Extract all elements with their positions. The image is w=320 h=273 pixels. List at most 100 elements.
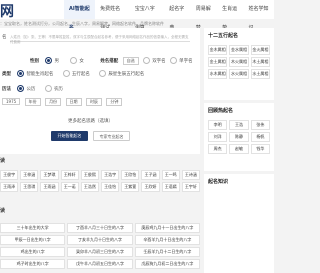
type-birth-label: 辰星生辰五行起名	[108, 72, 145, 77]
sidebar-hot-item[interactable]: 赵敏	[229, 144, 249, 154]
mode-radio-single[interactable]	[170, 57, 178, 64]
gender-radio-female[interactable]	[70, 57, 78, 64]
sidebar-wuxing-item[interactable]: 金土属相	[208, 57, 228, 67]
sidebar-wuxing-item[interactable]: 金火属相	[250, 45, 270, 55]
sidebar-hot-item[interactable]: 陈静	[229, 132, 249, 142]
list-item[interactable]: 丁酉羊八月三十日生的八字	[67, 223, 133, 233]
list-item[interactable]: 辛酉羊九月十日出生的八字	[134, 235, 200, 245]
tab-dream[interactable]: 周易解梦	[191, 0, 217, 31]
gender-female-label: 女	[79, 59, 84, 64]
hot-names-grid: 王俊宇 王梓涵 王梦琪 王梓轩 王俊熙 王浩宇 王欣怡 王子涵 王一鸣 王诗涵 王雨泽 王思琪 王雨涵王…	[0, 170, 200, 192]
hot-name-item[interactable]: 王雨涵	[40, 182, 59, 192]
tab-bazi[interactable]: 宝宝八字测算	[130, 0, 165, 31]
sidebar-hot-item[interactable]: 李明	[208, 120, 228, 130]
hot-name-item[interactable]: 王诗涵	[181, 170, 200, 180]
calendar-radio-solar[interactable]	[17, 85, 25, 92]
sidebar-hot-grid: 李明 王浩 张伟刘洋 陈静 杨帆周杰 赵敏 钱华	[204, 118, 274, 156]
expert-naming-button[interactable]: 专家专业起名	[93, 131, 130, 141]
mode-label: 姓名搭配	[100, 59, 119, 64]
birth-day-select[interactable]: 日期	[65, 98, 82, 106]
hot-name-item[interactable]: 王梓涵	[20, 170, 39, 180]
birth-hour-select[interactable]: 时辰	[85, 98, 102, 106]
mode-double-label: 双字名	[152, 59, 166, 64]
nav-tabs: AI智能起名 免费姓名测试 宝宝八字测算 起名字典 周易解梦 生肖运势 姓名学知…	[64, 0, 275, 31]
tab-ai-naming[interactable]: AI智能起名	[64, 0, 96, 31]
sidebar-wuxing: 十二五行起名 金木属相 金水属相 金火属相金土属相 木火属相 木土属相水木属相 水火属相水…	[204, 28, 274, 100]
start-naming-button[interactable]: 开始智能起名	[51, 131, 88, 141]
type-zodiac-label: 智能生肖起名	[26, 72, 54, 77]
sidebar-knowledge: 起名知识	[204, 174, 274, 273]
type-wuxing-label: 五行起名	[71, 72, 90, 77]
sidebar-hot-item[interactable]: 刘洋	[208, 132, 228, 142]
hot-name-item[interactable]: 王雨泽	[0, 182, 19, 192]
hot-name-item[interactable]: 王佳怡	[101, 182, 120, 192]
hot-name-item[interactable]: 王一鸣	[161, 170, 180, 180]
mode-select[interactable]: 自选	[122, 57, 139, 65]
sidebar-hot-item[interactable]: 周杰	[208, 144, 228, 154]
sidebar-wuxing-item[interactable]: 木火属相	[229, 57, 249, 67]
calendar-lunar-label: 农历	[53, 87, 63, 92]
list-item[interactable]: 丁亥羊九月十日生的八字	[67, 235, 133, 245]
list-item[interactable]: 戊辰狗九月初二日出生的八字	[134, 259, 200, 269]
type-radio-zodiac[interactable]	[17, 70, 25, 77]
list-item[interactable]: 庚辰鸡九月十一日出生的八字	[134, 223, 200, 233]
birth-year-select[interactable]: 1975	[2, 98, 21, 105]
list-item[interactable]: 癸卯羊八月初三日生的八字	[67, 247, 133, 257]
sidebar-hot-item[interactable]: 杨帆	[250, 132, 270, 142]
tab-name-test[interactable]: 免费姓名测试	[95, 0, 130, 31]
hot-name-item[interactable]: 王思琪	[20, 182, 39, 192]
list-item[interactable]: 鸡子时出生的八字	[0, 259, 66, 269]
birth-year-unit-select[interactable]: 年份	[24, 98, 41, 106]
surname-input[interactable]: 入姓氏（如：张、王等）不限单姓复姓，双字与生辰配合起名参考，便于采用网络起名作品…	[10, 35, 190, 44]
sidebar-wuxing-item[interactable]: 金木属相	[208, 45, 228, 55]
list-item[interactable]: 戊午羊八月初五日生的八字	[67, 259, 133, 269]
list-item[interactable]: 鸡出生的八字	[0, 247, 66, 257]
hot-name-item[interactable]: 王俊宇	[0, 170, 19, 180]
hot-names-title: 读	[0, 158, 6, 164]
sidebar-hot-item[interactable]: 张伟	[250, 120, 270, 130]
hot-name-item[interactable]: 王欣妍	[141, 182, 160, 192]
top-nav: 网 AI智能起名 免费姓名测试 宝宝八字测算 起名字典 周易解梦 生肖运势 姓名…	[0, 0, 275, 31]
sidebar-wuxing-item[interactable]: 水土属相	[250, 69, 270, 79]
mode-single-label: 单字名	[179, 59, 193, 64]
list-item[interactable]: 三十年出生的大学	[0, 223, 66, 233]
hot-name-item[interactable]: 王紫萱	[121, 182, 140, 192]
gender-radio-male[interactable]	[45, 57, 53, 64]
hot-name-item[interactable]: 王子涵	[141, 170, 160, 180]
site-logo[interactable]: 网	[0, 1, 14, 21]
sidebar-wuxing-item[interactable]: 水木属相	[208, 69, 228, 79]
calendar-radio-lunar[interactable]	[44, 85, 52, 92]
hot-name-item[interactable]: 王梓轩	[60, 170, 79, 180]
tab-knowledge[interactable]: 姓名学知识	[244, 0, 275, 31]
sidebar-hot-title: 回顾热起名	[208, 108, 234, 114]
sidebar-hot: 回顾热起名 李明 王浩 张伟刘洋 陈静 杨帆周杰 赵敏 钱华	[204, 103, 274, 171]
list-item[interactable]: 壬辰羊九月十二日生的八字	[134, 247, 200, 257]
hot-name-item[interactable]: 王宇轩	[181, 182, 200, 192]
sidebar-wuxing-title: 十二五行起名	[208, 33, 239, 39]
type-label: 类型	[2, 72, 11, 77]
hot-name-item[interactable]: 王一诺	[60, 182, 79, 192]
type-radio-wuxing[interactable]	[62, 70, 70, 77]
hot-name-item[interactable]: 王浩然	[80, 182, 99, 192]
tab-dictionary[interactable]: 起名字典	[164, 0, 190, 31]
more-ideas-text[interactable]: 更多起名思路（选填）	[68, 118, 113, 124]
tab-zodiac[interactable]: 生肖运势	[217, 0, 243, 31]
hot-name-item[interactable]: 王欣怡	[121, 170, 140, 180]
hot-name-item[interactable]: 王浩宇	[101, 170, 120, 180]
hot-name-item[interactable]: 王梦琪	[40, 170, 59, 180]
hot-name-item[interactable]: 王语嫣	[161, 182, 180, 192]
sidebar-wuxing-item[interactable]: 水火属相	[229, 69, 249, 79]
list-item[interactable]: 甲辰一日出生的八字	[0, 235, 66, 245]
sidebar-wuxing-item[interactable]: 木土属相	[250, 57, 270, 67]
birth-minute-select[interactable]: 分钟	[106, 98, 123, 106]
sidebar-knowledge-title: 起名知识	[208, 179, 229, 185]
sidebar-wuxing-item[interactable]: 金水属相	[229, 45, 249, 55]
mode-radio-double[interactable]	[143, 57, 151, 64]
birth-month-select[interactable]: 月份	[45, 98, 62, 106]
hot-name-item[interactable]: 王俊熙	[80, 170, 99, 180]
lists-grid: 三十年出生的大学 丁酉羊八月三十日生的八字 庚辰鸡九月十一日出生的八字甲辰一日出生的…	[0, 223, 200, 269]
surname-label: 名	[2, 35, 7, 40]
sidebar-hot-item[interactable]: 钱华	[250, 144, 270, 154]
type-radio-birth[interactable]	[99, 70, 107, 77]
sidebar-hot-item[interactable]: 王浩	[229, 120, 249, 130]
